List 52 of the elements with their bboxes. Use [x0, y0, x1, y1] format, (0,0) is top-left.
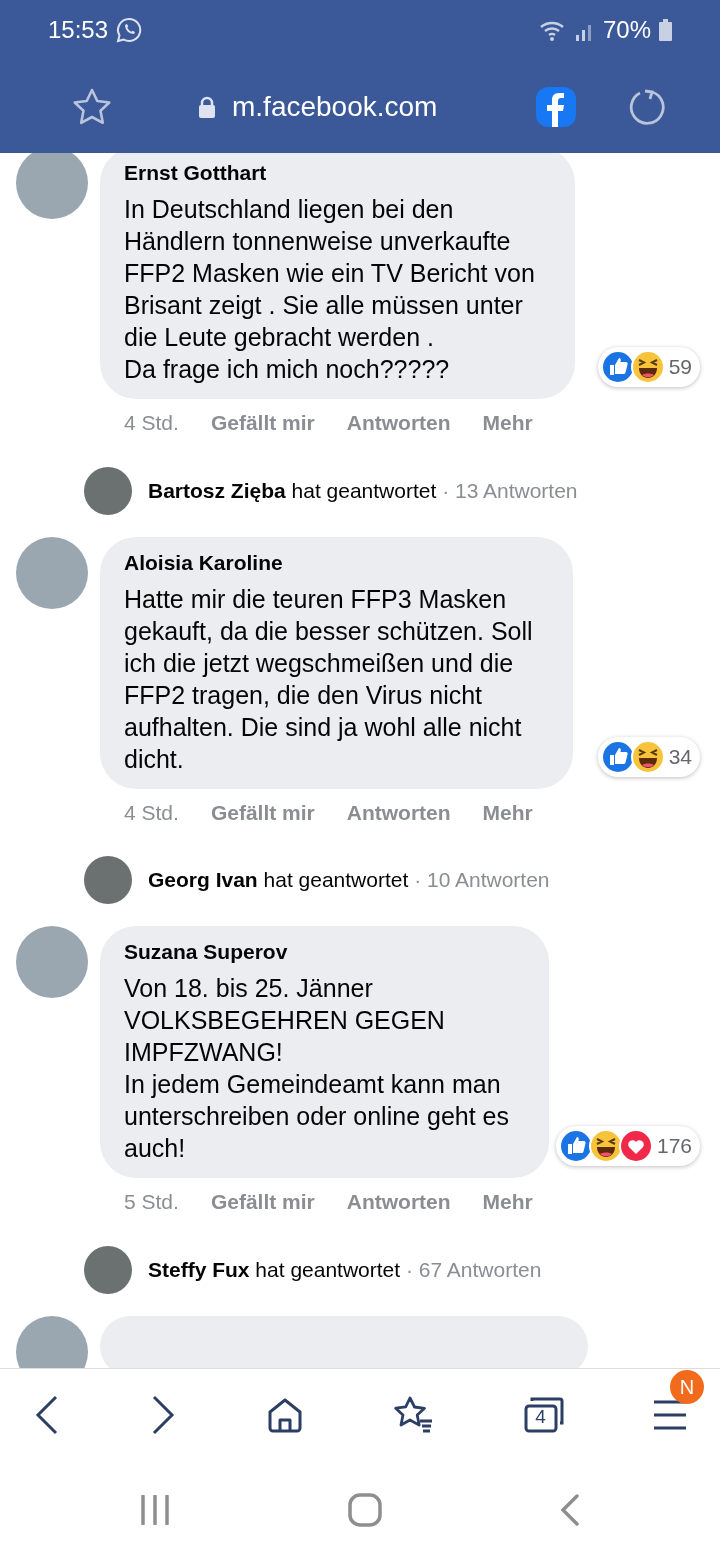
bookmarks-icon[interactable]: [393, 1395, 434, 1434]
comment-action-link[interactable]: Mehr: [482, 1186, 533, 1218]
like-reaction-icon: [600, 739, 635, 774]
home-button-icon[interactable]: [348, 1493, 382, 1527]
reaction-summary[interactable]: 34: [597, 736, 700, 777]
like-reaction-icon: [600, 350, 635, 384]
comment-action-link[interactable]: Gefällt mir: [210, 407, 315, 439]
reply-summary-link[interactable]: Bartosz Zięba hat geantwortet · 13 Antworten: [148, 474, 578, 507]
heart-reaction-icon: [618, 1129, 653, 1163]
reaction-summary[interactable]: 59: [597, 347, 700, 387]
lock-icon: [198, 95, 216, 118]
comment-action-link[interactable]: Antworten: [346, 1186, 451, 1218]
star-icon[interactable]: [72, 87, 112, 126]
home-icon[interactable]: [266, 1396, 303, 1433]
menu-icon[interactable]: [653, 1399, 686, 1430]
laughing-reaction-icon: [588, 1129, 623, 1163]
chat-app-icon: [116, 17, 143, 43]
address-bar-url[interactable]: m.facebook.com: [232, 85, 438, 128]
laughing-reaction-icon: [630, 739, 665, 774]
reply-summary-link[interactable]: Georg Ivan hat geantwortet · 10 Antworten: [148, 864, 550, 896]
battery-icon: [659, 19, 672, 41]
forward-icon[interactable]: [150, 1394, 177, 1435]
notification-badge: N: [669, 1369, 704, 1404]
back-button-icon[interactable]: [560, 1494, 580, 1526]
avatar-photo[interactable]: [84, 1245, 132, 1294]
facebook-logo-icon[interactable]: [536, 86, 576, 127]
comment-action-link[interactable]: Mehr: [482, 407, 533, 439]
reload-icon[interactable]: [628, 87, 666, 126]
comment-action-link[interactable]: Gefällt mir: [210, 1186, 315, 1218]
comment-time: 4 Std.: [124, 410, 179, 436]
comment-action-link[interactable]: Antworten: [346, 407, 451, 439]
like-reaction-icon: [558, 1129, 593, 1163]
recent-apps-icon[interactable]: [140, 1495, 170, 1525]
avatar-photo[interactable]: [84, 466, 132, 515]
comment-author[interactable]: Ernst Gotthart: [124, 159, 535, 187]
comment-text: In Deutschland liegen bei den Händlern tonnenweise unverkaufte FFP2 Masken wie ein TV Bericht von Brisant zeigt . Sie alle müssen unter die Leute gebracht werden . Da frage ich mich noch?????: [124, 194, 535, 385]
comment-author[interactable]: Suzana Superov: [124, 938, 509, 966]
comment-action-link[interactable]: Mehr: [482, 796, 533, 828]
comment-time: 5 Std.: [124, 1189, 179, 1215]
comment-action-link[interactable]: Antworten: [346, 796, 451, 828]
comment-text: Von 18. bis 25. Jänner VOLKSBEGEHREN GEGEN IMPFZWANG! In jedem Gemeindeamt kann man unterschreiben oder online geht es auch!: [124, 973, 509, 1164]
comment-action-link[interactable]: Gefällt mir: [210, 796, 315, 828]
comment-time: 4 Std.: [124, 799, 179, 826]
status-time: 15:53: [48, 15, 109, 45]
battery-percentage: 70%: [602, 15, 651, 45]
reply-summary-link[interactable]: Steffy Fux hat geantwortet · 67 Antworten: [148, 1253, 542, 1286]
avatar-photo[interactable]: [84, 856, 132, 904]
back-icon[interactable]: [34, 1394, 60, 1435]
laughing-reaction-icon: [630, 350, 665, 384]
reaction-summary[interactable]: 176: [555, 1126, 700, 1166]
comment-text: Hatte mir die teuren FFP3 Masken gekauft, da die besser schützen. Soll ich die jetzt wegschmeißen und die FFP2 tragen, die den Virus nicht aufhalten. Die sind ja wohl alle nicht dicht.: [124, 583, 533, 775]
comment-author[interactable]: Aloisia Karoline: [124, 548, 533, 577]
